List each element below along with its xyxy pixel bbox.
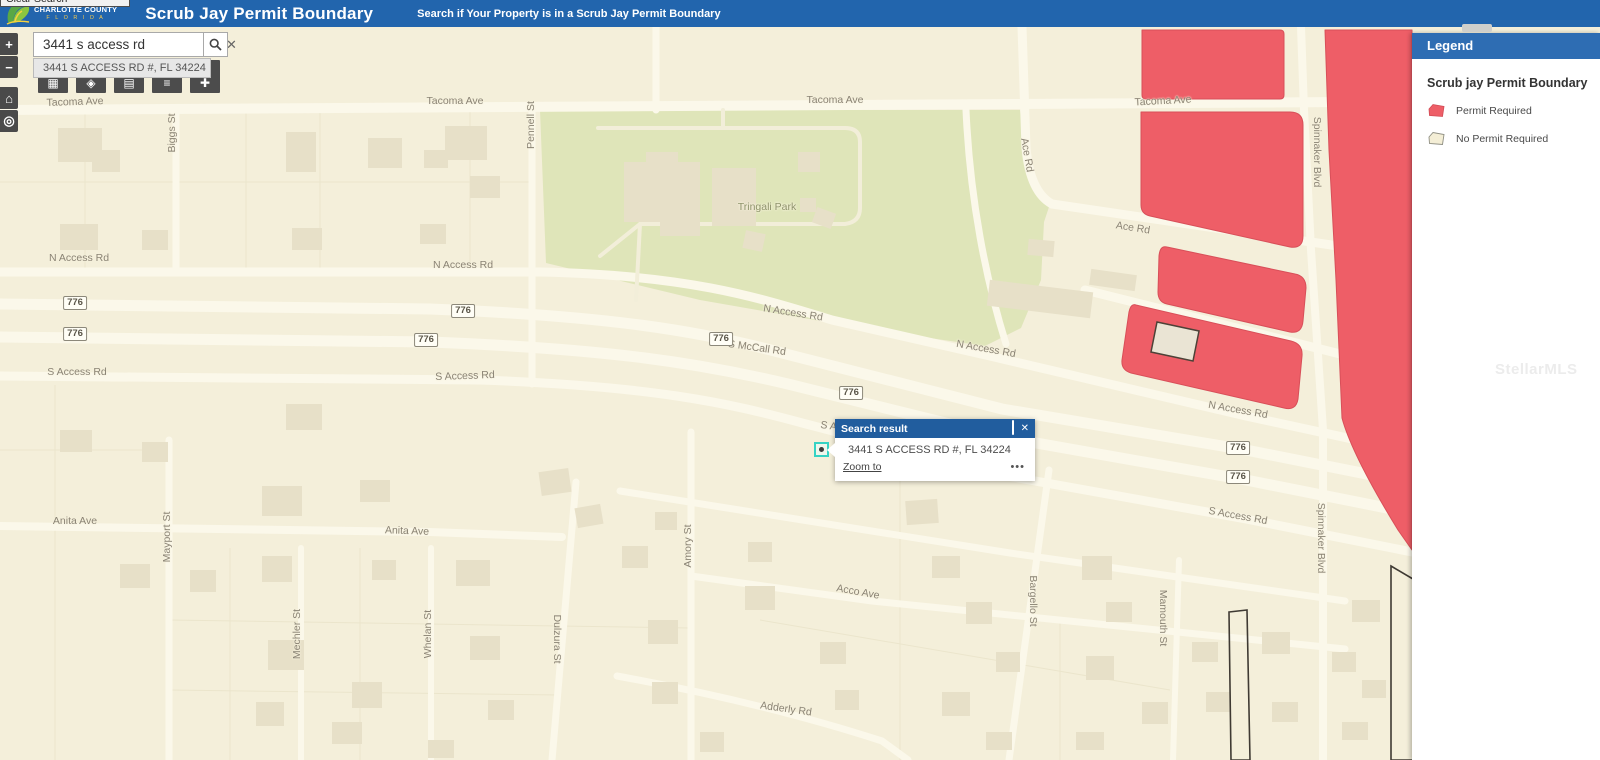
page-subtitle: Search if Your Property is in a Scrub Ja… [417,8,720,20]
org-block: CHARLOTTE COUNTY F L O R I D A [34,6,117,21]
search-button[interactable] [204,32,228,57]
popup-header[interactable]: Search result ✕ [835,419,1035,438]
no-permit-required-swatch [1427,131,1446,146]
search-box: ✕ [33,32,204,57]
print-icon: ▤ [123,76,134,90]
org-name: CHARLOTTE COUNTY [34,6,117,14]
legend-layer-name: Scrub jay Permit Boundary [1427,76,1600,90]
legend-item-label: Permit Required [1456,105,1532,117]
more-options-icon[interactable]: ••• [1010,465,1025,469]
map-nav-controls: + − ⌂ ◎ [0,33,18,133]
stellar-mls-watermark: StellarMLS [1495,361,1578,378]
locate-button[interactable]: ◎ [0,110,18,132]
clear-search-button[interactable]: Clear Search [0,0,130,7]
draw-icon: ◈ [86,76,95,90]
marker-dot [819,447,824,452]
map-application: Tacoma AveTacoma AveTacoma AveTacoma Ave… [0,0,1600,760]
org-subname: F L O R I D A [34,16,117,22]
app-header: CHARLOTTE COUNTY F L O R I D A Scrub Jay… [0,0,1600,27]
zoom-in-button[interactable]: + [0,33,18,55]
maximize-icon[interactable] [1012,424,1014,434]
search-result-popup: Search result ✕ 3441 S ACCESS RD #, FL 3… [835,419,1035,481]
search-input[interactable] [34,37,220,52]
legend-item-permit-required: Permit Required [1427,103,1600,118]
popup-address: 3441 S ACCESS RD #, FL 34224 [835,438,1035,456]
legend-item-no-permit-required: No Permit Required [1427,131,1600,146]
legend-resize-handle[interactable] [1462,24,1492,32]
popup-title: Search result [841,423,1005,435]
legend-header[interactable]: Legend [1412,33,1600,59]
map-canvas[interactable] [0,0,1600,760]
basemap-icon: ▦ [47,76,58,90]
layers-icon: ≡ [163,76,170,90]
permit-required-swatch [1427,103,1446,118]
legend-panel: Legend Scrub jay Permit Boundary Permit … [1412,33,1600,760]
legend-item-label: No Permit Required [1456,133,1548,145]
page-title: Scrub Jay Permit Boundary [145,4,373,24]
zoom-out-button[interactable]: − [0,56,18,78]
close-icon[interactable]: ✕ [1021,424,1029,434]
zoom-to-link[interactable]: Zoom to [843,461,882,473]
measure-icon: ✚ [200,76,210,90]
magnifier-icon [209,38,222,51]
home-button[interactable]: ⌂ [0,87,18,109]
search-suggestion[interactable]: 3441 S ACCESS RD #, FL 34224 [33,58,211,78]
popup-tail [827,443,835,457]
